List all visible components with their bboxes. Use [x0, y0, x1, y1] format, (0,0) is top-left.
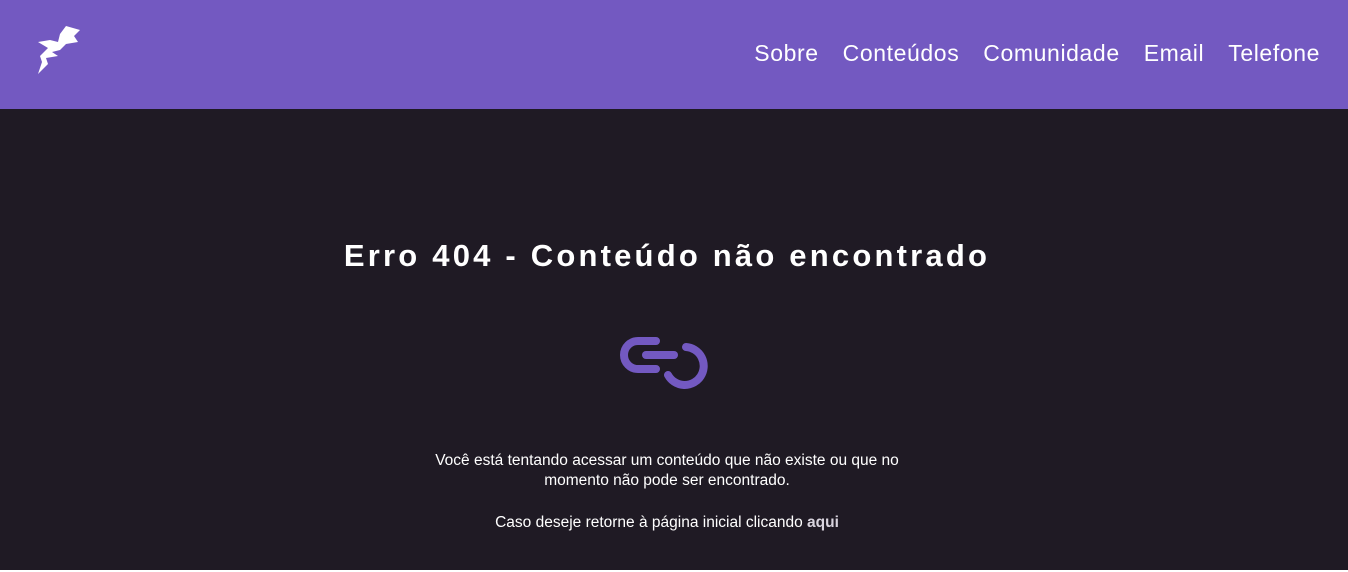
main-content: Erro 404 - Conteúdo não encontrado Você …	[0, 109, 1348, 571]
nav-comunidade[interactable]: Comunidade	[983, 38, 1119, 68]
nav-sobre[interactable]: Sobre	[754, 38, 818, 68]
page-title: Erro 404 - Conteúdo não encontrado	[343, 238, 991, 273]
nav-conteudos[interactable]: Conteúdos	[843, 38, 960, 68]
home-hint: Caso deseje retorne à página inicial cli…	[367, 513, 967, 533]
logo[interactable]	[36, 24, 82, 74]
home-link[interactable]: aqui	[807, 514, 839, 531]
broken-link-icon	[620, 337, 708, 389]
bird-logo-icon	[38, 26, 80, 74]
home-hint-text: Caso deseje retorne à página inicial cli…	[495, 514, 808, 531]
main-nav: Sobre Conteúdos Comunidade Email Telefon…	[754, 38, 1320, 68]
nav-email[interactable]: Email	[1144, 38, 1205, 68]
site-header: Sobre Conteúdos Comunidade Email Telefon…	[0, 0, 1348, 109]
nav-telefone[interactable]: Telefone	[1228, 38, 1320, 68]
error-description: Você está tentando acessar um conteúdo q…	[435, 452, 899, 489]
error-message: Você está tentando acessar um conteúdo q…	[0, 451, 1334, 533]
